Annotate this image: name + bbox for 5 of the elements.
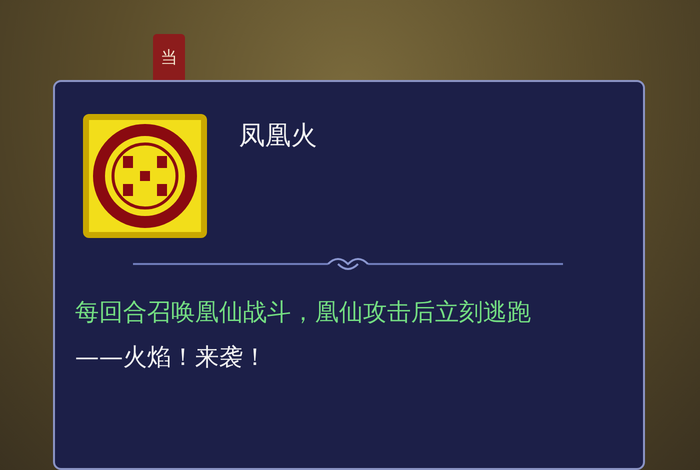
skill-emblem-icon: [81, 112, 209, 240]
scene-tab-label: 当: [153, 34, 185, 80]
skill-name: 凤凰火: [239, 120, 317, 153]
skill-description: 每回合召唤凰仙战斗，凰仙攻击后立刻逃跑: [75, 297, 532, 328]
skill-quote: ——火焰！来袭！: [75, 342, 268, 373]
